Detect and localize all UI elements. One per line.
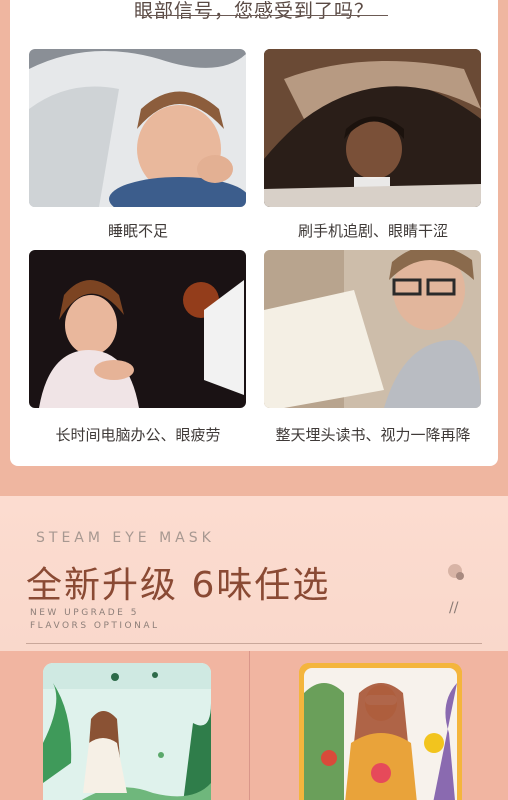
symptoms-heading: 眼部信号，您感受到了吗？ xyxy=(133,0,374,22)
products-section xyxy=(0,651,508,800)
caption-4: 整天埋头读书、视力一降再降 xyxy=(275,426,471,444)
steam-label-en: STEAM EYE MASK xyxy=(36,530,215,546)
steam-sub-2: FLAVORS OPTIONAL xyxy=(30,621,160,631)
caption-3: 长时间电脑办公、眼疲劳 xyxy=(55,426,221,444)
yellow-mask-package-image[interactable] xyxy=(299,663,462,800)
symptoms-card: 眼部信号，您感受到了吗？ 睡眠不足 刷手机追剧、眼睛干涩 长时间电脑办公、眼疲劳… xyxy=(10,0,498,466)
caption-2: 刷手机追剧、眼睛干涩 xyxy=(297,222,448,240)
decor-dot-small-icon xyxy=(456,572,464,580)
steam-sub-1: NEW UPGRADE 5 xyxy=(30,608,139,618)
woman-at-computer-photo xyxy=(29,250,246,408)
tired-child-under-blanket-photo xyxy=(29,49,246,207)
caption-1: 睡眠不足 xyxy=(107,222,168,240)
product-divider xyxy=(249,651,250,800)
heading-underline xyxy=(140,15,388,16)
boy-reading-book-photo xyxy=(264,250,481,408)
steam-eye-mask-section: STEAM EYE MASK 全新升级 6味任选 NEW UPGRADE 5 F… xyxy=(0,496,508,651)
decor-slash-icon: // xyxy=(449,600,459,616)
child-phone-under-blanket-photo xyxy=(264,49,481,207)
green-mask-package-image[interactable] xyxy=(43,663,211,800)
steam-title: 全新升级 6味任选 xyxy=(26,565,331,606)
section-divider xyxy=(26,643,482,644)
